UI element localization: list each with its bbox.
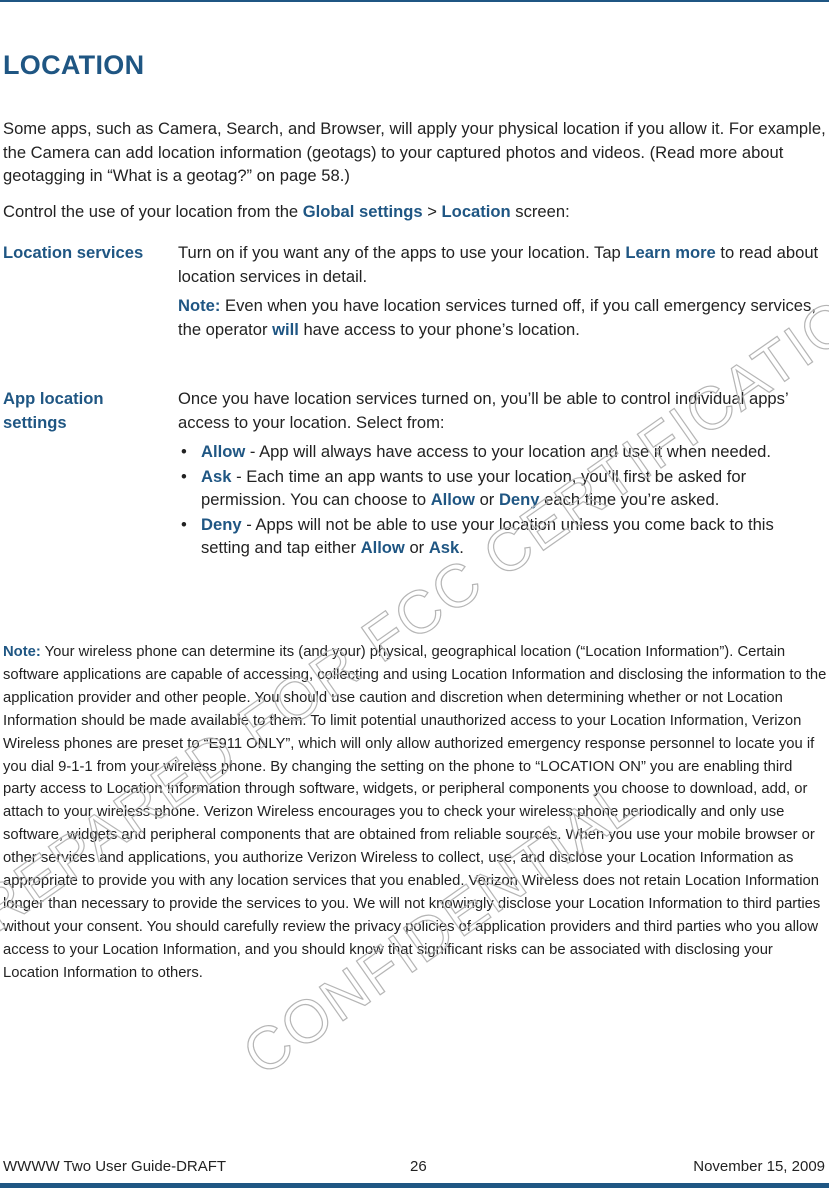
header-rule: [0, 0, 829, 2]
setting-description: Turn on if you want any of the apps to u…: [178, 241, 823, 347]
control-suffix: screen:: [510, 202, 570, 221]
option-text: .: [459, 538, 464, 557]
option-text: or: [404, 538, 429, 557]
note-text: have access to your phone’s location.: [298, 319, 580, 339]
legal-note-text: Your wireless phone can determine its (a…: [3, 644, 827, 981]
option-label: Deny: [201, 514, 242, 534]
option-text: - App will always have access to your lo…: [245, 442, 772, 461]
bullet-icon: •: [181, 466, 187, 486]
option-ask: • Ask - Each time an app wants to use you…: [178, 465, 823, 512]
option-label: Allow: [201, 442, 246, 461]
setting-term: App location settings: [3, 389, 104, 432]
setting-term: Location services: [3, 243, 144, 262]
path-separator: >: [422, 202, 442, 221]
option-emphasis: Allow: [360, 538, 405, 557]
option-text: each time you’re asked.: [539, 490, 720, 509]
page-footer: WWWW Two User Guide-DRAFT 26 November 15…: [3, 1158, 825, 1178]
control-prefix: Control the use of your location from th…: [3, 202, 303, 221]
page-title: LOCATION: [3, 50, 145, 80]
option-allow: • Allow - App will always have access to …: [178, 440, 823, 464]
setting-note: Note: Even when you have location servic…: [178, 294, 823, 341]
footer-date: November 15, 2009: [693, 1158, 825, 1175]
footer-rule: [0, 1183, 829, 1188]
intro-paragraph: Some apps, such as Camera, Search, and B…: [3, 119, 826, 185]
location-link: Location: [441, 202, 511, 221]
control-instruction: Control the use of your location from th…: [3, 200, 827, 224]
note-label: Note:: [178, 296, 221, 315]
option-emphasis: Ask: [428, 538, 460, 557]
bullet-icon: •: [181, 442, 187, 461]
footer-doc-title: WWWW Two User Guide-DRAFT: [3, 1158, 227, 1175]
option-text: or: [474, 490, 499, 509]
legal-note-label: Note:: [3, 644, 41, 660]
global-settings-link: Global settings: [302, 202, 423, 221]
setting-description-text: Once you have location services turned o…: [178, 389, 789, 432]
option-text: - Apps will not be able to use your loca…: [201, 514, 774, 558]
bullet-icon: •: [181, 514, 187, 534]
option-list: • Allow - App will always have access to …: [178, 440, 823, 560]
footer-page-number: 26: [410, 1158, 427, 1175]
option-label: Ask: [201, 466, 232, 486]
option-deny: • Deny - Apps will not be able to use you…: [178, 513, 823, 560]
desc-text: Turn on if you want any of the apps to u…: [178, 243, 626, 262]
option-emphasis: Allow: [430, 490, 475, 509]
legal-note: Note: Your wireless phone can determine …: [3, 641, 827, 985]
setting-description-text: Turn on if you want any of the apps to u…: [178, 241, 823, 288]
learn-more-link: Learn more: [625, 243, 716, 262]
setting-description: Once you have location services turned o…: [178, 387, 823, 561]
option-emphasis: Deny: [498, 490, 540, 509]
note-emphasis: will: [272, 319, 299, 339]
